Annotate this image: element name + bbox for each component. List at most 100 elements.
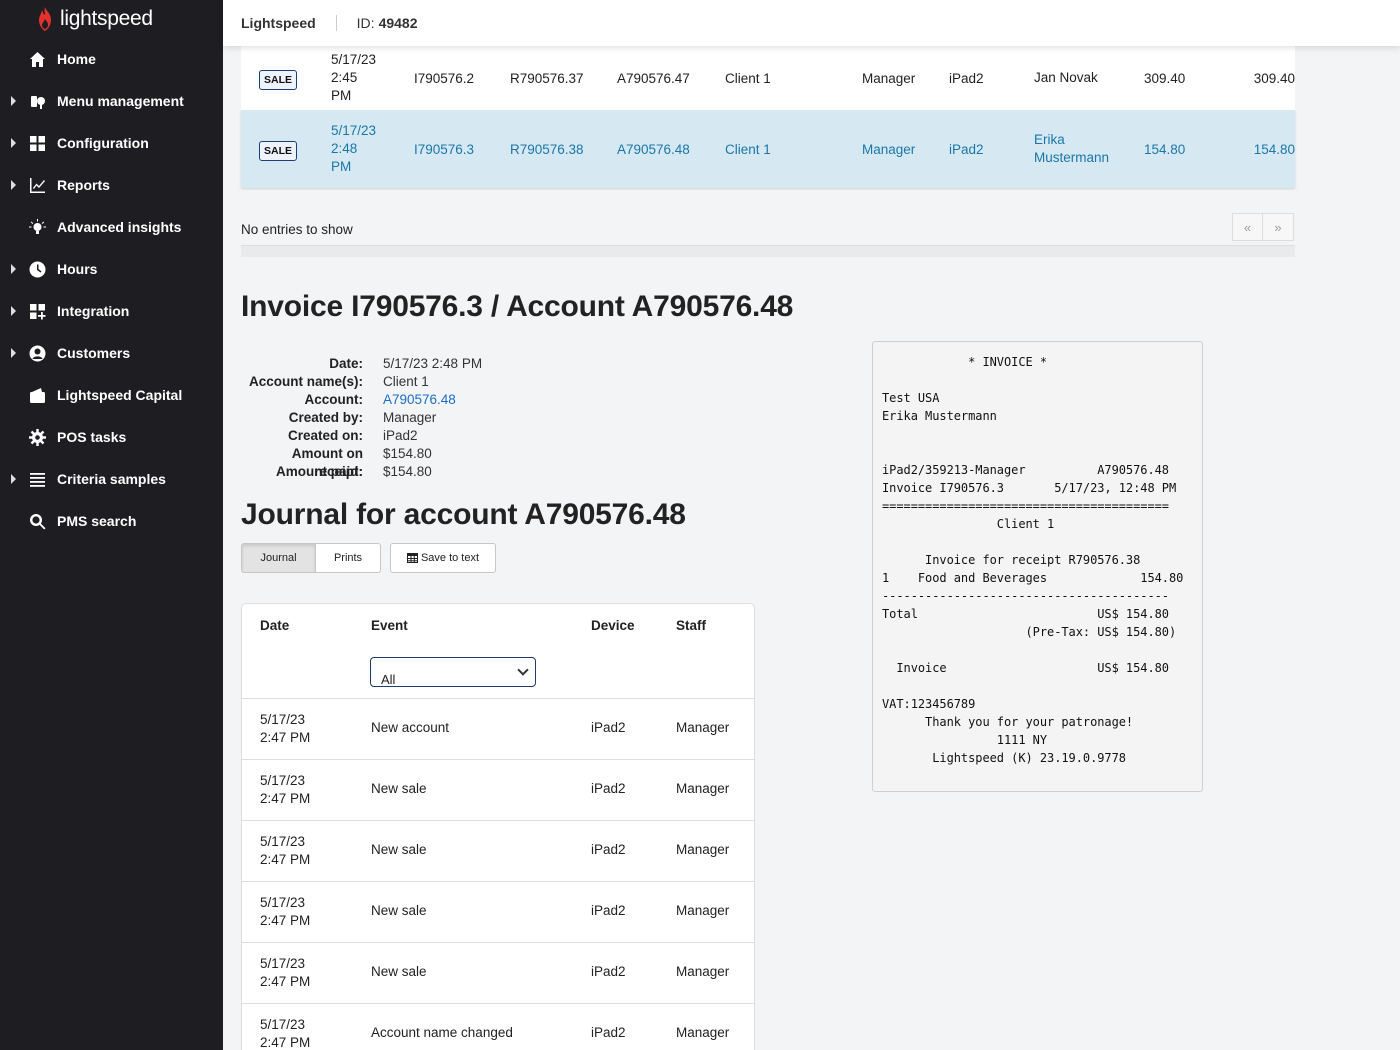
save-to-text-button[interactable]: Save to text (390, 543, 496, 573)
sale-date-line: PM (331, 159, 352, 174)
sidebar-item-configuration[interactable]: Configuration (0, 122, 223, 164)
journal-row: 5/17/23 2:47 PM New sale iPad2 Manager (242, 882, 754, 943)
header-divider (335, 15, 337, 31)
sale-row[interactable]: SALE 5/17/23 2:48 PM I790576.3 R790576.38 A790… (241, 110, 1295, 188)
detail-row: Created by: Manager (241, 409, 482, 427)
sale-row[interactable]: SALE 5/17/23 2:45 PM I790576.2 R790576.37 A790… (241, 46, 1295, 110)
pagination-next-button[interactable]: » (1263, 213, 1294, 241)
sale-invoice: I790576.3 (414, 141, 475, 157)
expand-caret-icon[interactable] (11, 180, 16, 190)
brand-name: Lightspeed (241, 15, 316, 31)
logo-text: lightspeed (60, 7, 153, 30)
column-header-date[interactable]: Date (260, 618, 289, 633)
expand-caret-icon[interactable] (11, 474, 16, 484)
expand-caret-icon[interactable] (11, 348, 16, 358)
sale-amount-paid: 154.80 (1253, 141, 1295, 157)
sale-account: A790576.47 (617, 70, 690, 86)
list-icon (29, 471, 46, 488)
sale-receipt: R790576.38 (510, 141, 584, 157)
sidebar-item-customers[interactable]: Customers (0, 332, 223, 374)
detail-label: Date: (329, 356, 363, 371)
sale-badge: SALE (259, 69, 298, 90)
tab-journal[interactable]: Journal (241, 543, 316, 573)
lightbulb-icon (29, 218, 46, 236)
sale-employee-line: Jan Novak (1034, 70, 1098, 85)
sidebar-item-label: Configuration (57, 135, 149, 151)
sidebar-item-reports[interactable]: Reports (0, 164, 223, 206)
save-to-text-label: Save to text (420, 552, 480, 564)
sidebar-item-label: Advanced insights (57, 219, 182, 235)
journal-row: 5/17/23 2:47 PM New sale iPad2 Manager (242, 821, 754, 882)
receipt-text: * INVOICE * Test USA Erika Mustermann iP… (882, 355, 1184, 765)
detail-row: Created on: iPad2 (241, 427, 482, 445)
expand-caret-icon[interactable] (11, 96, 16, 106)
sale-amount: 309.40 (1144, 70, 1186, 86)
sidebar-item-label: PMS search (57, 513, 137, 529)
sale-date-line: 5/17/23 (331, 123, 377, 138)
sidebar-item-advanced-insights[interactable]: Advanced insights (0, 206, 223, 248)
sale-date: 5/17/23 2:45 PM (331, 51, 414, 105)
sale-staff: Manager (862, 141, 916, 157)
expand-caret-icon[interactable] (11, 264, 16, 274)
sale-badge: SALE (259, 140, 298, 161)
journal-event: New sale (371, 903, 427, 918)
detail-label: Account name(s): (248, 374, 363, 389)
sidebar-item-pms-search[interactable]: PMS search (0, 500, 223, 542)
column-header-device[interactable]: Device (591, 618, 635, 633)
journal-staff: Manager (676, 903, 730, 918)
sale-amount-paid: 309.40 (1253, 70, 1295, 86)
pagination-prev-button[interactable]: « (1232, 213, 1263, 241)
sale-employee-line: Mustermann (1034, 150, 1110, 165)
detail-value: $154.80 (383, 446, 432, 461)
journal-event: New sale (371, 964, 427, 979)
detail-value: Client 1 (383, 374, 429, 389)
journal-row: 5/17/23 2:47 PM New sale iPad2 Manager (242, 943, 754, 1004)
journal-date-line: 2:47 PM (260, 730, 311, 745)
journal-tabs: Journal Prints (241, 543, 381, 573)
invoice-details: Date: 5/17/23 2:48 PM Account name(s): Clie… (241, 355, 482, 481)
sale-badge-cell: SALE (241, 140, 331, 161)
chevron-down-icon (517, 664, 529, 676)
sidebar-nav: Home Menu management Configuration Reports A… (0, 38, 223, 542)
expand-caret-icon[interactable] (11, 138, 16, 148)
sale-employee-line: Erika (1034, 132, 1065, 147)
id-label: ID: (356, 15, 375, 31)
sidebar-item-label: Menu management (57, 93, 184, 109)
logo[interactable]: lightspeed (0, 0, 223, 38)
column-header-staff[interactable]: Staff (676, 618, 706, 633)
expand-caret-icon[interactable] (11, 306, 16, 316)
journal-date: 5/17/23 2:47 PM (260, 1016, 340, 1050)
sidebar-item-menu-management[interactable]: Menu management (0, 80, 223, 122)
detail-label: Created by: (288, 410, 363, 425)
table-icon (406, 553, 418, 563)
sale-date-line: 2:45 (331, 70, 358, 85)
account-link[interactable]: A790576.48 (383, 391, 456, 409)
journal-date-line: 2:47 PM (260, 852, 311, 867)
sidebar-item-criteria-samples[interactable]: Criteria samples (0, 458, 223, 500)
sidebar-item-label: Criteria samples (57, 471, 166, 487)
event-filter-select[interactable]: All (370, 657, 536, 687)
detail-value: Manager (383, 410, 437, 425)
tab-prints[interactable]: Prints (316, 543, 381, 573)
journal-rows: 5/17/23 2:47 PM New account iPad2 Manager 5/1… (242, 699, 754, 1050)
receipt-preview: * INVOICE * Test USA Erika Mustermann iP… (872, 341, 1203, 792)
sidebar-item-hours[interactable]: Hours (0, 248, 223, 290)
sidebar-item-integration[interactable]: Integration (0, 290, 223, 332)
detail-row: Amount paid: $154.80 (241, 463, 482, 481)
sale-device: iPad2 (949, 141, 984, 157)
sale-date-line: PM (331, 88, 352, 103)
journal-device: iPad2 (591, 1025, 626, 1040)
flame-logo-icon (39, 7, 51, 31)
sidebar-item-lightspeed-capital[interactable]: Lightspeed Capital (0, 374, 223, 416)
detail-row: Date: 5/17/23 2:48 PM (241, 355, 482, 373)
sale-receipt: R790576.37 (510, 70, 584, 86)
sidebar-item-pos-tasks[interactable]: POS tasks (0, 416, 223, 458)
no-entries-text: No entries to show (241, 222, 353, 237)
journal-event: New account (371, 720, 450, 735)
sidebar: lightspeed Home Menu management Configurat… (0, 0, 223, 1050)
sidebar-item-label: Reports (57, 177, 110, 193)
journal-date-line: 5/17/23 (260, 773, 306, 788)
sale-date-line: 2:48 (331, 141, 358, 156)
sidebar-item-home[interactable]: Home (0, 38, 223, 80)
column-header-event[interactable]: Event (371, 618, 408, 633)
